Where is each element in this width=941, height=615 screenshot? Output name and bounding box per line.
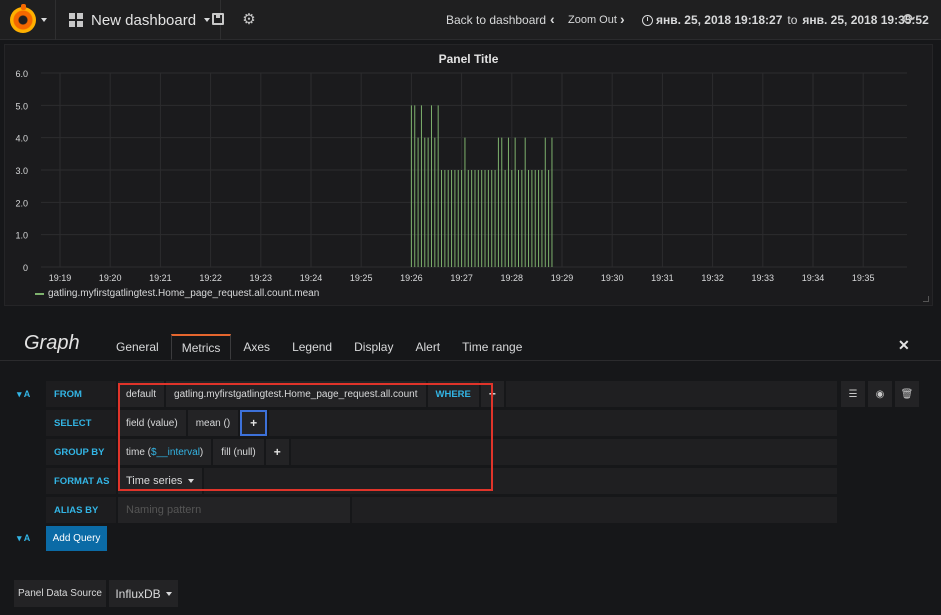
close-editor-icon[interactable]: ✕: [898, 337, 910, 354]
chevron-left-icon[interactable]: ‹: [550, 11, 555, 27]
x-tick-label: 19:25: [350, 273, 373, 283]
refresh-icon[interactable]: ⟳: [901, 11, 917, 28]
from-label: FROM: [46, 381, 116, 407]
chevron-right-icon[interactable]: ›: [620, 11, 625, 27]
tab-metrics[interactable]: Metrics: [170, 334, 232, 360]
row-filler: [505, 381, 837, 407]
x-tick-label: 19:29: [551, 273, 574, 283]
y-tick-label: 1.0: [15, 231, 28, 241]
group-by-label: GROUP BY: [46, 439, 116, 465]
x-tick-label: 19:19: [49, 273, 72, 283]
legend-swatch[interactable]: [35, 292, 44, 295]
datasource-value: InfluxDB: [115, 586, 161, 601]
tab-general[interactable]: General: [106, 334, 169, 360]
menu-icon[interactable]: ☰: [841, 381, 865, 407]
add-query-button[interactable]: Add Query: [46, 526, 107, 551]
legend-series-name[interactable]: gatling.myfirstgatlingtest.Home_page_req…: [48, 288, 319, 299]
x-tick-label: 19:24: [300, 273, 323, 283]
graph-chart: 6.0 5.0 4.0 3.0 2.0 1.0 0 19:19 19:20 19:21 19:22 1…: [15, 69, 907, 283]
query-toggle[interactable]: ▾ A: [17, 533, 30, 544]
eye-icon[interactable]: ◉: [868, 381, 892, 407]
x-tick-label: 19:21: [149, 273, 172, 283]
y-tick-label: 5.0: [15, 101, 28, 111]
x-tick-label: 19:22: [199, 273, 222, 283]
dashboard-grid-icon: [69, 13, 83, 27]
tabs-divider: [0, 360, 941, 361]
y-tick-label: 4.0: [15, 134, 28, 144]
x-tick-label: 19:30: [601, 273, 624, 283]
legend: gatling.myfirstgatlingtest.Home_page_req…: [35, 288, 319, 299]
time-range-picker[interactable]: янв. 25, 2018 19:18:27 to янв. 25, 2018 …: [642, 13, 929, 27]
query-toggle[interactable]: ▾ A: [17, 389, 30, 400]
panel-resize-handle[interactable]: [923, 296, 929, 302]
x-tick-label: 19:32: [701, 273, 724, 283]
back-to-dashboard-link[interactable]: Back to dashboard: [446, 13, 546, 27]
y-tick-label: 6.0: [15, 69, 28, 79]
y-tick-label: 3.0: [15, 166, 28, 176]
caret-down-icon: [41, 18, 47, 22]
time-from: янв. 25, 2018 19:18:27: [656, 13, 783, 27]
x-tick-label: 19:35: [852, 273, 875, 283]
alias-input[interactable]: Naming pattern: [118, 497, 350, 523]
zoom-out-button[interactable]: Zoom Out: [568, 14, 617, 26]
tab-legend[interactable]: Legend: [282, 334, 342, 360]
format-label: FORMAT AS: [46, 468, 116, 494]
y-tick-label: 0: [23, 263, 28, 273]
save-icon[interactable]: [212, 13, 224, 25]
row-filler: [352, 497, 837, 523]
grafana-logo-icon: [10, 4, 36, 33]
top-navbar: New dashboard ⚙ Back to dashboard ‹ Zoom…: [0, 0, 941, 40]
gear-icon[interactable]: ⚙: [241, 11, 257, 28]
datasource-select[interactable]: InfluxDB: [109, 580, 178, 607]
editor-title: Graph: [24, 332, 80, 354]
x-tick-label: 19:28: [501, 273, 524, 283]
red-highlight-box: [118, 383, 493, 491]
tab-axes[interactable]: Axes: [233, 334, 280, 360]
dashboard-picker[interactable]: New dashboard: [57, 0, 222, 40]
tab-time-range[interactable]: Time range: [452, 334, 532, 360]
x-tick-label: 19:31: [651, 273, 674, 283]
editor-tabs: General Metrics Axes Legend Display Aler…: [106, 334, 534, 360]
select-label: SELECT: [46, 410, 116, 436]
alias-label: ALIAS BY: [46, 497, 116, 523]
grafana-menu-button[interactable]: [0, 0, 56, 40]
caret-down-icon: [204, 18, 211, 22]
x-tick-label: 19:33: [752, 273, 775, 283]
x-tick-label: 19:20: [99, 273, 122, 283]
tab-alert[interactable]: Alert: [405, 334, 450, 360]
y-tick-label: 2.0: [15, 198, 28, 208]
dashboard-title: New dashboard: [91, 11, 197, 29]
alias-placeholder: Naming pattern: [126, 504, 202, 516]
trash-icon[interactable]: 🗑: [895, 381, 919, 407]
x-tick-label: 19:26: [400, 273, 423, 283]
x-tick-label: 19:23: [250, 273, 273, 283]
tab-display[interactable]: Display: [344, 334, 403, 360]
caret-down-icon: [165, 591, 172, 596]
clock-icon: [642, 14, 653, 26]
datasource-label: Panel Data Source: [14, 580, 106, 607]
x-tick-label: 19:27: [450, 273, 473, 283]
time-to-word: to: [787, 13, 798, 27]
alias-row: ALIAS BY Naming pattern: [46, 497, 839, 523]
graph-panel: Panel Title 6.0 5.0 4.0 3.0 2.0 1.0 0 19:19 19:2…: [4, 44, 933, 306]
x-tick-label: 19:34: [802, 273, 825, 283]
